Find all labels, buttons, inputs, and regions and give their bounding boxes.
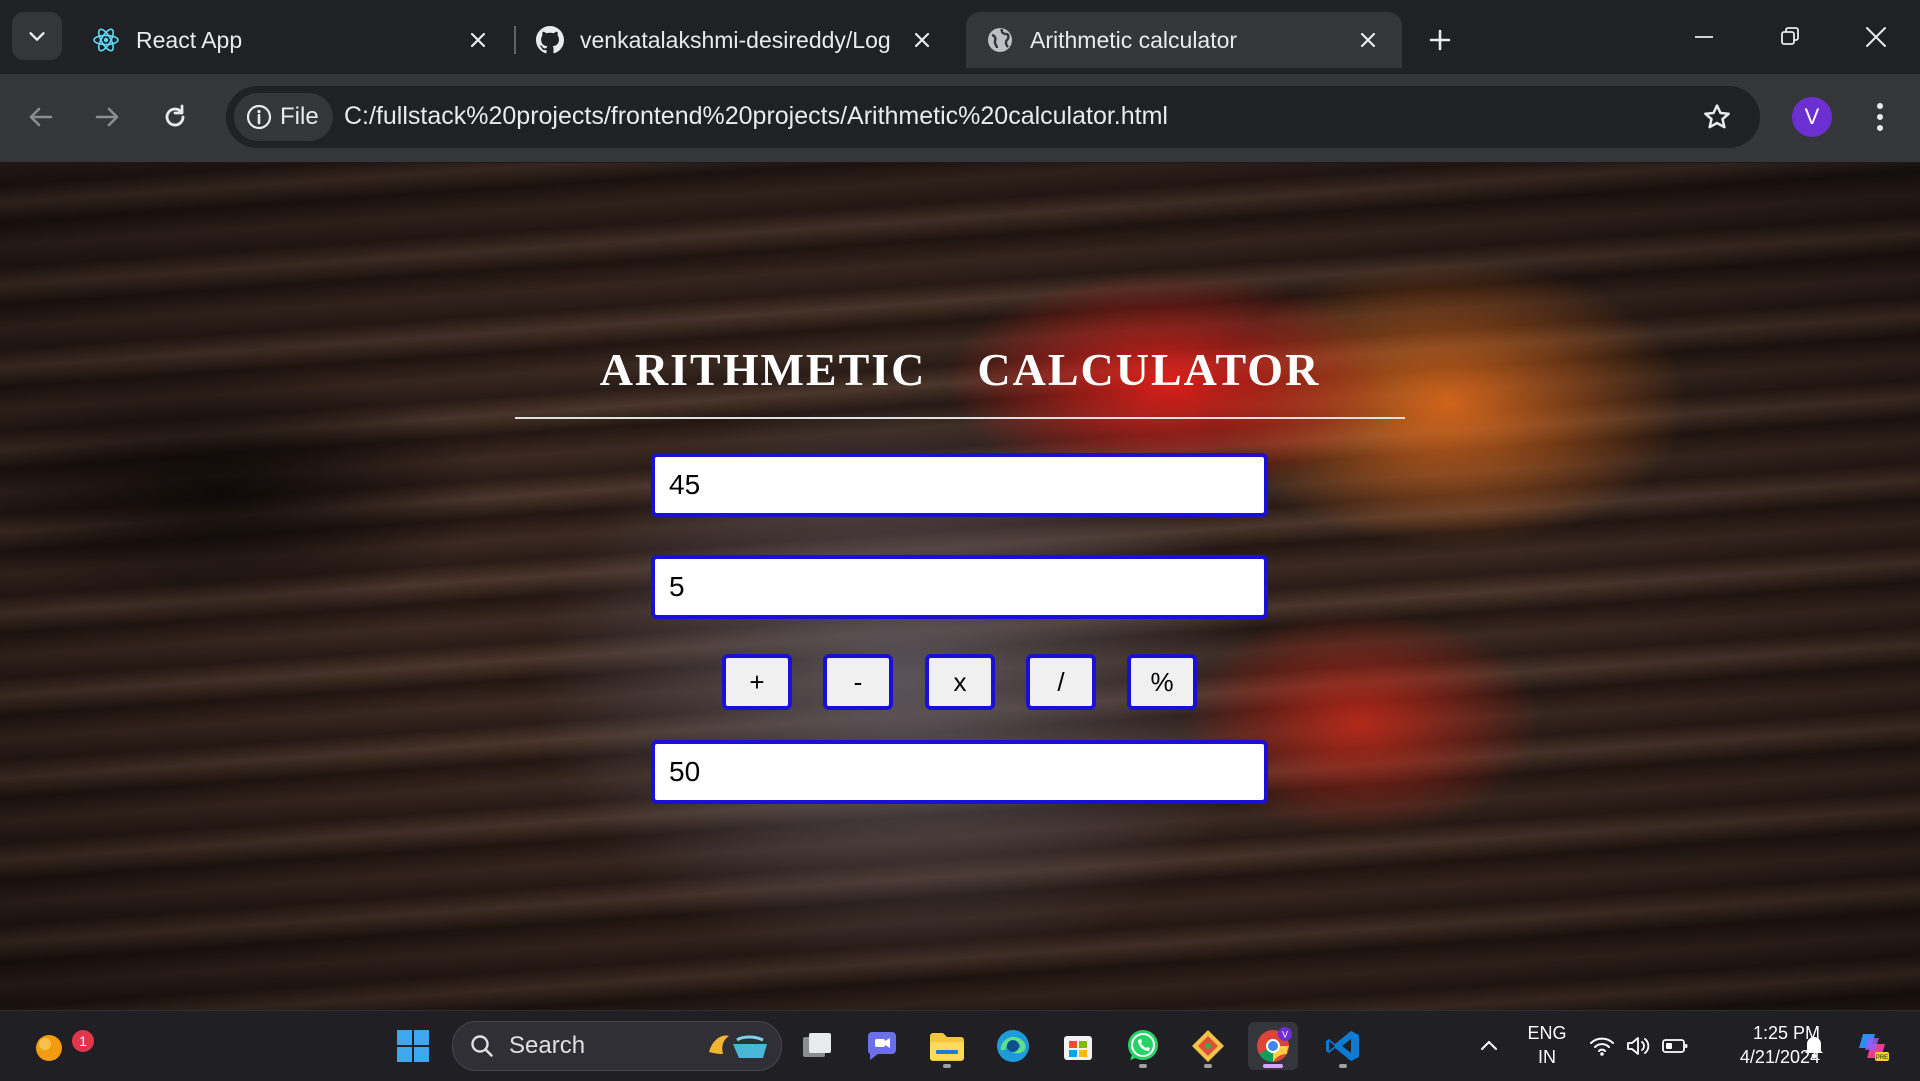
new-tab-button[interactable] <box>1420 20 1460 60</box>
chrome-icon: V <box>1257 1027 1292 1063</box>
site-info-chip[interactable]: File <box>234 93 333 141</box>
language-indicator[interactable]: ENG IN <box>1512 1023 1582 1071</box>
url-text[interactable]: C:/fullstack%20projects/frontend%20proje… <box>344 102 1168 131</box>
bookmark-star-button[interactable] <box>1698 98 1736 136</box>
react-icon <box>92 26 120 54</box>
github-icon <box>536 26 564 54</box>
tab-strip: React App venkatalakshmi-desireddy/Log A… <box>0 0 1920 80</box>
task-view-button[interactable] <box>792 1022 842 1070</box>
svg-text:PRE: PRE <box>1876 1055 1888 1061</box>
close-icon[interactable] <box>1352 24 1384 56</box>
windows-icon <box>397 1030 429 1062</box>
reload-button[interactable] <box>150 92 200 142</box>
running-indicator <box>1204 1064 1212 1068</box>
minimize-icon <box>1695 36 1713 38</box>
show-hidden-icons-button[interactable] <box>1464 1022 1514 1070</box>
tab-title: React App <box>136 26 243 53</box>
restore-button[interactable] <box>1750 0 1830 74</box>
microsoft-store-button[interactable] <box>1053 1022 1103 1070</box>
running-indicator <box>1139 1064 1147 1068</box>
notification-badge: 1 <box>72 1030 94 1052</box>
edge-button[interactable] <box>988 1022 1038 1070</box>
back-button[interactable] <box>16 92 66 142</box>
search-label: Search <box>509 1032 586 1059</box>
teams-chat-button[interactable] <box>857 1022 907 1070</box>
modulo-button[interactable]: % <box>1127 654 1197 710</box>
second-number-input[interactable]: 5 <box>651 555 1268 619</box>
first-number-input[interactable]: 45 <box>651 453 1268 517</box>
copilot-icon: PRE <box>1859 1034 1889 1061</box>
arrow-left-icon <box>29 107 53 127</box>
whatsapp-icon <box>1128 1030 1158 1060</box>
calculator: ARITHMETIC CALCULATOR 45 5 + - x / % 50 <box>0 163 1920 1010</box>
taskbar: 1 Search V ENG IN 1:25 PM 4/21/2024 PRE <box>0 1010 1920 1081</box>
reload-icon <box>165 104 185 127</box>
globe-icon <box>986 26 1014 54</box>
site-chip-label: File <box>280 103 319 130</box>
svg-text:V: V <box>1282 1030 1288 1040</box>
running-indicator <box>1339 1064 1347 1068</box>
vscode-button[interactable] <box>1318 1022 1368 1070</box>
page-title: ARITHMETIC CALCULATOR <box>599 344 1321 395</box>
close-icon <box>1866 27 1886 47</box>
browser-menu-button[interactable] <box>1862 94 1898 140</box>
star-icon <box>1704 104 1730 129</box>
tab-title: Arithmetic calculator <box>1030 26 1238 53</box>
folder-icon <box>930 1033 964 1061</box>
address-bar[interactable]: File C:/fullstack%20projects/frontend%20… <box>226 86 1760 148</box>
start-button[interactable] <box>388 1022 438 1070</box>
region-label: IN <box>1538 1047 1556 1067</box>
plus-icon <box>1429 29 1451 51</box>
wifi-icon <box>1590 1037 1614 1056</box>
tab-react-app[interactable]: React App <box>72 12 512 68</box>
weather-icon <box>36 1035 62 1061</box>
language-label: ENG <box>1527 1023 1567 1043</box>
add-button[interactable]: + <box>722 654 792 710</box>
multiply-button[interactable]: x <box>925 654 995 710</box>
taskbar-search[interactable]: Search <box>452 1021 782 1071</box>
chevron-up-icon <box>1481 1040 1497 1050</box>
close-window-button[interactable] <box>1836 0 1916 74</box>
vscode-icon <box>1326 1031 1359 1061</box>
active-app-indicator <box>1263 1064 1283 1068</box>
task-view-icon <box>803 1033 831 1057</box>
chrome-button[interactable]: V <box>1248 1022 1298 1070</box>
title-divider <box>515 417 1405 419</box>
copilot-button[interactable]: PRE <box>1848 1022 1898 1070</box>
tab-title: venkatalakshmi-desireddy/Log <box>580 26 891 53</box>
tab-search-button[interactable] <box>12 12 62 60</box>
chat-icon <box>867 1032 896 1060</box>
profile-avatar[interactable]: V <box>1792 97 1832 137</box>
divide-button[interactable]: / <box>1026 654 1096 710</box>
weather-widget[interactable]: 1 <box>24 1022 94 1070</box>
chevron-down-icon <box>29 32 45 41</box>
close-icon[interactable] <box>462 24 494 56</box>
arrow-right-icon <box>95 107 119 127</box>
search-icon <box>471 1035 493 1057</box>
bell-icon <box>1805 1037 1823 1059</box>
restore-icon <box>1781 27 1799 45</box>
tab-arithmetic-calculator[interactable]: Arithmetic calculator <box>966 12 1402 68</box>
whatsapp-button[interactable] <box>1118 1022 1168 1070</box>
browser-toolbar: File C:/fullstack%20projects/frontend%20… <box>0 74 1920 163</box>
result-field[interactable]: 50 <box>651 740 1268 804</box>
edge-icon <box>997 1030 1029 1062</box>
close-icon[interactable] <box>906 24 938 56</box>
volume-icon <box>1627 1037 1650 1055</box>
file-explorer-button[interactable] <box>922 1022 972 1070</box>
info-icon <box>246 104 272 130</box>
notification-center-button[interactable] <box>1794 1022 1834 1070</box>
search-highlight-icon <box>709 1035 767 1058</box>
battery-icon <box>1662 1039 1688 1053</box>
git-tool-button[interactable] <box>1183 1022 1233 1070</box>
tab-github[interactable]: venkatalakshmi-desireddy/Log <box>516 12 956 68</box>
running-indicator <box>943 1064 951 1068</box>
git-icon <box>1192 1030 1224 1062</box>
forward-button[interactable] <box>82 92 132 142</box>
system-tray-status[interactable] <box>1584 1029 1694 1063</box>
subtract-button[interactable]: - <box>823 654 893 710</box>
page-viewport: ARITHMETIC CALCULATOR 45 5 + - x / % 50 <box>0 163 1920 1010</box>
minimize-button[interactable] <box>1664 0 1744 74</box>
store-icon <box>1064 1036 1092 1060</box>
